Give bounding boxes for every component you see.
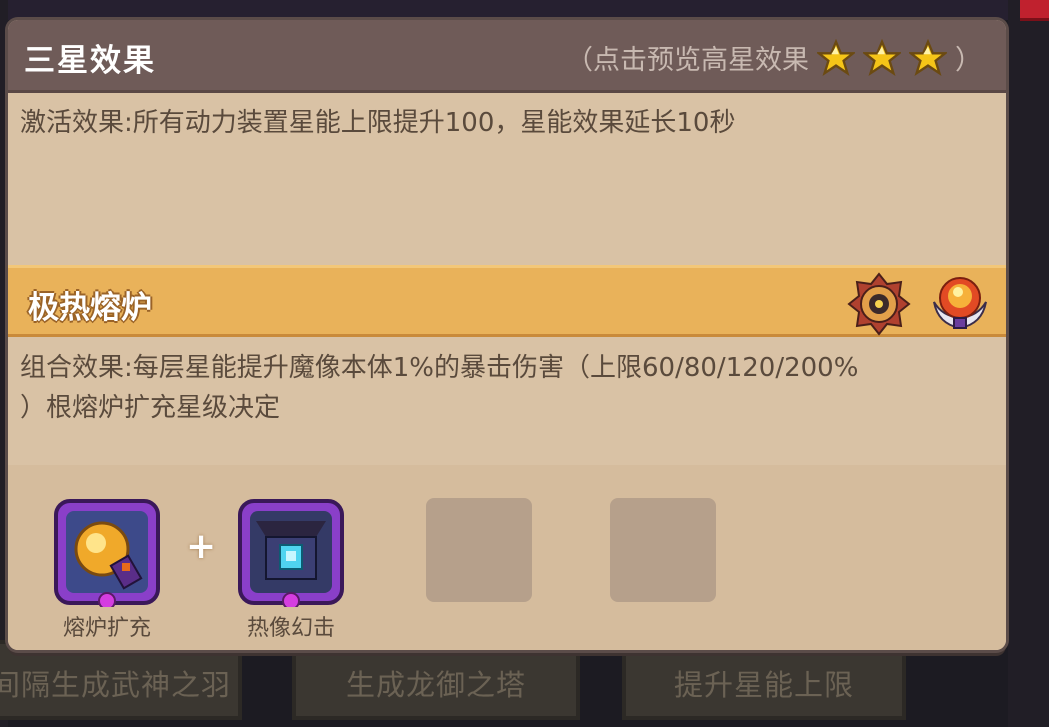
empty-slot[interactable]: [426, 498, 532, 602]
star-icon: [863, 38, 901, 76]
star-effect-panel: 三星效果 （点击预览高星效果 ） 激活效果:所有动力装置星能上限提升100，星能…: [8, 20, 1006, 650]
combo-title: 极热熔炉: [28, 290, 152, 326]
combo-effect-line-2: ）根熔炉扩充星级决定: [20, 393, 281, 423]
slot-label: 熔炉扩充: [62, 616, 151, 641]
background-button-feather[interactable]: 间隔生成武神之羽: [0, 640, 242, 720]
combo-effect-line-1: 组合效果:每层星能提升魔像本体1%的暴击伤害（上限60/80/120/200%: [20, 353, 859, 383]
background-button-energy-cap[interactable]: 提升星能上限: [622, 640, 906, 720]
background-left-edge: [0, 0, 8, 727]
background-right-edge: [1008, 0, 1049, 727]
empty-slot[interactable]: [610, 498, 716, 602]
panel-title: 三星效果: [24, 43, 156, 79]
preview-hint-close: ）: [955, 45, 982, 76]
combo-header-bar: 极热熔炉: [8, 265, 1006, 337]
panel-title-bar: 三星效果 （点击预览高星效果 ）: [8, 20, 1006, 93]
background-red-marker: [1020, 0, 1049, 21]
slot-label: 热像幻击: [246, 616, 335, 641]
background-top-strip: [0, 0, 1049, 20]
preview-hint-text: （点击预览高星效果: [566, 45, 809, 76]
star-icon: [817, 38, 855, 76]
plus-symbol: +: [186, 526, 217, 567]
star-icon: [909, 38, 947, 76]
mechanical-gear-core-icon[interactable]: [847, 272, 911, 336]
turret-crystal-icon[interactable]: [236, 497, 346, 607]
flame-orb-horns-icon[interactable]: [928, 272, 992, 336]
furnace-orb-icon[interactable]: [52, 497, 162, 607]
background-button-tower[interactable]: 生成龙御之塔: [292, 640, 580, 720]
activation-effect-text: 激活效果:所有动力装置星能上限提升100，星能效果延长10秒: [20, 108, 736, 138]
preview-high-star-button[interactable]: （点击预览高星效果 ）: [566, 38, 982, 77]
